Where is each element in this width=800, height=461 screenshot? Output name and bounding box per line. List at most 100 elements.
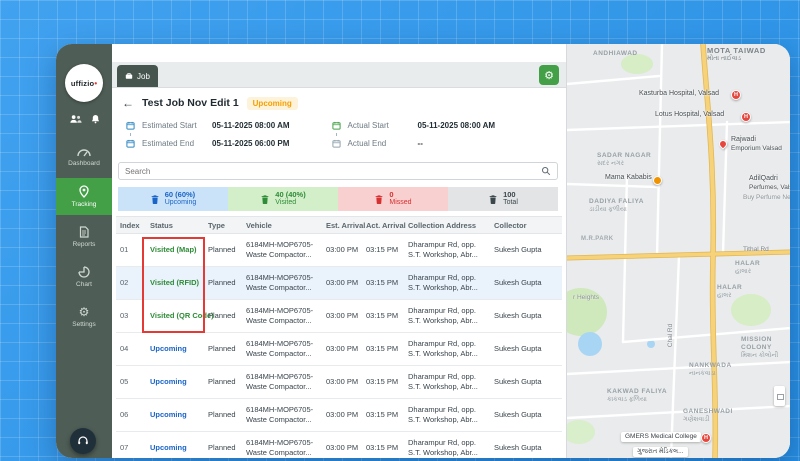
cell-type: Planned	[204, 377, 242, 387]
actual-end-row: Actual End --	[332, 139, 496, 148]
place-marker[interactable]	[717, 138, 728, 149]
calendar-actual-start-icon	[332, 121, 342, 130]
table-row[interactable]: 05 Upcoming Planned 6184MH-MOP6705-Waste…	[116, 366, 562, 399]
cell-collector: Sukesh Gupta	[490, 344, 562, 354]
chart-icon	[78, 266, 90, 278]
cell-index: 04	[116, 344, 146, 354]
map-labels: ANDHIAWADMOTA TAIWADમોતા તાઈવાડKasturba …	[567, 44, 790, 458]
map-label: MOTA TAIWADમોતા તાઈવાડ	[707, 46, 766, 64]
cell-collector: Sukesh Gupta	[490, 245, 562, 255]
map-label: Lotus Hospital, Valsad	[655, 111, 724, 120]
cell-vehicle: 6184MH-MOP6705-Waste Compactor...	[242, 372, 322, 392]
calendar-end-icon	[126, 139, 136, 148]
map-label: KAKWAD FALIYAકાકવાડ ફળિયા	[607, 388, 667, 404]
cell-collector: Sukesh Gupta	[490, 377, 562, 387]
map-control[interactable]	[774, 386, 785, 406]
summary-segment[interactable]: 100Total	[448, 187, 558, 211]
sidebar: uffizio• Dashboard Tracking	[56, 44, 112, 458]
summary-segment[interactable]: 40 (40%)Visited	[228, 187, 338, 211]
map-label: r Heights	[573, 294, 599, 302]
hospital-marker[interactable]: H	[731, 90, 741, 100]
estimated-end-row: Estimated End 05-11-2025 06:00 PM	[126, 139, 290, 148]
cell-status: Upcoming	[146, 410, 204, 420]
cell-vehicle: 6184MH-MOP6705-Waste Compactor...	[242, 405, 322, 425]
schedule-section: Estimated Start 05-11-2025 08:00 AM Esti…	[126, 121, 495, 148]
cell-index: 03	[116, 311, 146, 321]
cell-est-arrival: 03:00 PM	[322, 245, 362, 255]
food-marker[interactable]	[653, 176, 662, 185]
search-input[interactable]	[119, 167, 541, 176]
cell-type: Planned	[204, 410, 242, 420]
cell-vehicle: 6184MH-MOP6705-Waste Compactor...	[242, 438, 322, 458]
cell-index: 01	[116, 245, 146, 255]
cell-est-arrival: 03:00 PM	[322, 377, 362, 387]
job-status-badge: Upcoming	[247, 97, 298, 110]
job-table-rows: 01 Visited (Map) Planned 6184MH-MOP6705-…	[116, 234, 562, 458]
summary-segment[interactable]: 60 (60%)Upcoming	[118, 187, 228, 211]
trash-icon	[150, 194, 160, 205]
cell-address: Dharampur Rd, opp.S.T. Workshop, Abr...	[404, 273, 490, 293]
gear-button[interactable]: ⚙	[539, 65, 559, 85]
trash-icon	[260, 194, 270, 205]
cell-est-arrival: 03:00 PM	[322, 278, 362, 288]
support-fab-button[interactable]	[70, 428, 96, 454]
cell-act-arrival: 03:15 PM	[362, 278, 404, 288]
cell-index: 05	[116, 377, 146, 387]
calendar-start-icon	[126, 121, 136, 130]
map-label: HALARહાલાર	[735, 260, 760, 276]
summary-segment[interactable]: 0Missed	[338, 187, 448, 211]
cell-address: Dharampur Rd, opp.S.T. Workshop, Abr...	[404, 339, 490, 359]
back-button[interactable]: ←	[122, 96, 134, 110]
cell-status: Upcoming	[146, 377, 204, 387]
sidebar-item-tracking[interactable]: Tracking	[56, 178, 112, 215]
calendar-actual-end-icon	[332, 139, 342, 148]
map-label: DADIYA FALIYAડાડીયા ફળીયા	[589, 198, 644, 214]
cell-address: Dharampur Rd, opp.S.T. Workshop, Abr...	[404, 405, 490, 425]
table-row[interactable]: 04 Upcoming Planned 6184MH-MOP6705-Waste…	[116, 333, 562, 366]
map-label: SADAR NAGARસદર નગર	[597, 152, 651, 168]
job-title: Test Job Nov Edit 1	[142, 97, 239, 109]
trash-icon	[374, 194, 384, 205]
table-row[interactable]: 01 Visited (Map) Planned 6184MH-MOP6705-…	[116, 234, 562, 267]
cell-status: Upcoming	[146, 443, 204, 453]
job-tab-icon	[125, 72, 133, 80]
cell-est-arrival: 03:00 PM	[322, 311, 362, 321]
map-label: Mama Kababis	[605, 174, 652, 183]
sidebar-item-reports[interactable]: Reports	[56, 219, 112, 255]
map-panel[interactable]: ANDHIAWADMOTA TAIWADમોતા તાઈવાડKasturba …	[566, 44, 790, 458]
main-panel: Job ⚙ ← Test Job Nov Edit 1 Upcoming Est…	[112, 44, 566, 458]
tracking-icon	[79, 185, 89, 198]
cell-vehicle: 6184MH-MOP6705-Waste Compactor...	[242, 273, 322, 293]
cell-index: 06	[116, 410, 146, 420]
users-icon[interactable]	[69, 114, 82, 124]
cell-status: Visited (RFID)	[146, 278, 204, 288]
tab-job[interactable]: Job	[117, 65, 158, 87]
cell-est-arrival: 03:00 PM	[322, 344, 362, 354]
sidebar-item-chart[interactable]: Chart	[56, 259, 112, 295]
headset-icon	[77, 436, 89, 446]
cell-act-arrival: 03:15 PM	[362, 245, 404, 255]
cell-vehicle: 6184MH-MOP6705-Waste Compactor...	[242, 240, 322, 260]
map-label: ANDHIAWAD	[593, 50, 638, 58]
map-label: ગુજરાત મેડિકલ...	[633, 447, 688, 457]
sidebar-item-dashboard[interactable]: Dashboard	[56, 140, 112, 174]
table-row[interactable]: 02 Visited (RFID) Planned 6184MH-MOP6705…	[116, 267, 562, 300]
cell-index: 02	[116, 278, 146, 288]
cell-est-arrival: 03:00 PM	[322, 443, 362, 453]
cell-act-arrival: 03:15 PM	[362, 410, 404, 420]
table-row[interactable]: 03 Visited (QR Code) Planned 6184MH-MOP6…	[116, 300, 562, 333]
logo-text: uffizio	[71, 79, 94, 88]
tab-bar: Job ⚙	[112, 62, 566, 88]
table-row[interactable]: 07 Upcoming Planned 6184MH-MOP6705-Waste…	[116, 432, 562, 458]
search-box	[118, 162, 558, 180]
reports-icon	[79, 226, 89, 238]
table-row[interactable]: 06 Upcoming Planned 6184MH-MOP6705-Waste…	[116, 399, 562, 432]
hospital-marker[interactable]: H	[701, 433, 711, 443]
road-label: Chal Rd	[667, 324, 674, 347]
cell-collector: Sukesh Gupta	[490, 410, 562, 420]
bell-icon[interactable]	[91, 114, 100, 124]
search-icon[interactable]	[541, 166, 557, 176]
trash-icon	[488, 194, 498, 205]
hospital-marker[interactable]: H	[741, 112, 751, 122]
sidebar-item-settings[interactable]: ⚙ Settings	[56, 299, 112, 335]
